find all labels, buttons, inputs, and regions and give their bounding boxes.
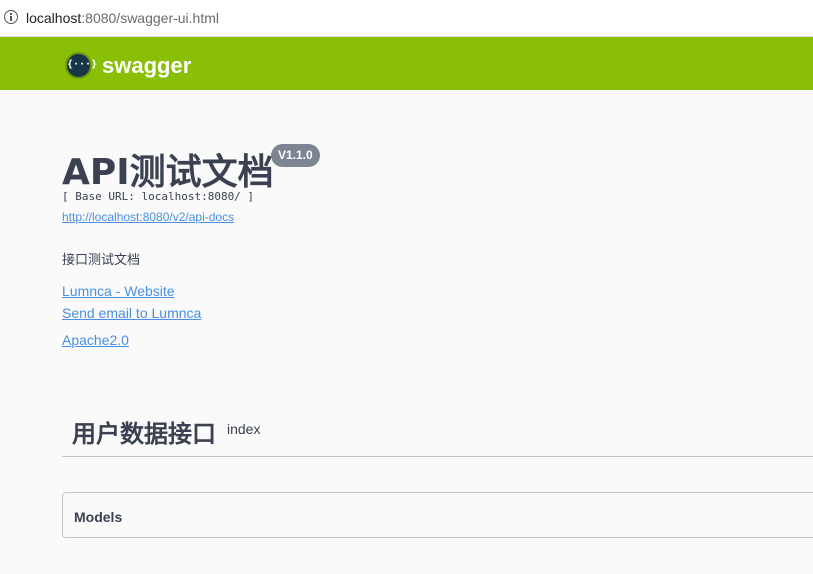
url-path: :8080/swagger-ui.html xyxy=(81,10,220,26)
api-description: 接口测试文档 xyxy=(62,253,141,268)
models-section[interactable]: Models xyxy=(62,492,813,538)
url-host: localhost xyxy=(26,10,82,26)
email-link[interactable]: Send email to Lumnca xyxy=(62,305,201,321)
browser-address-bar[interactable]: localhost:8080/swagger-ui.html xyxy=(0,0,813,37)
swagger-logo-icon[interactable]: {···} xyxy=(65,52,98,79)
api-docs-link[interactable]: http://localhost:8080/v2/api-docs xyxy=(62,210,234,224)
website-link[interactable]: Lumnca - Website xyxy=(62,283,175,299)
swagger-logo-text[interactable]: swagger xyxy=(102,53,191,79)
logo-glyph: {···} xyxy=(67,59,98,70)
tag-name: 用户数据接口 xyxy=(72,420,216,448)
base-url: [ Base URL: localhost:8080/ ] xyxy=(62,190,255,203)
site-info-icon[interactable] xyxy=(4,10,18,24)
tag-description: index xyxy=(227,421,261,437)
models-title: Models xyxy=(74,509,123,525)
version-badge: V1.1.0 xyxy=(271,144,320,167)
api-title: API测试文档 xyxy=(62,152,274,193)
license-link[interactable]: Apache2.0 xyxy=(62,332,129,348)
url-text[interactable]: localhost:8080/swagger-ui.html xyxy=(26,10,219,26)
tag-section-header[interactable]: 用户数据接口 index xyxy=(62,410,813,457)
